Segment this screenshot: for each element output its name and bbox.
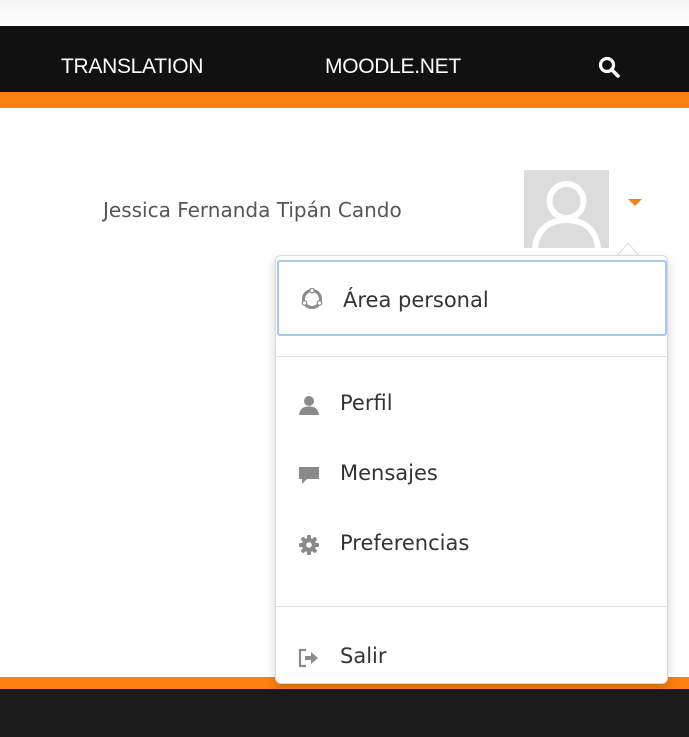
user-menu-toggle[interactable]: Jessica Fernanda Tipán Cando [0, 170, 689, 250]
menu-item-salir[interactable]: Salir [276, 644, 667, 709]
menu-item-mensajes[interactable]: Mensajes [276, 461, 667, 526]
menu-divider [276, 356, 667, 357]
default-avatar-icon[interactable] [524, 170, 609, 248]
page-top-strip [0, 0, 689, 26]
menu-item-label: Mensajes [340, 461, 438, 485]
top-navbar: TRANSLATION MOODLE.NET [0, 26, 689, 108]
gear-icon [298, 534, 320, 556]
user-dropdown-menu: Área personal Perfil Mensajes Preferenci… [275, 255, 668, 684]
user-icon [298, 394, 320, 416]
menu-item-area-personal[interactable]: Área personal [277, 260, 667, 336]
top-shadow [0, 0, 689, 26]
user-name[interactable]: Jessica Fernanda Tipán Cando [103, 198, 402, 222]
nav-item-translation[interactable]: TRANSLATION [61, 26, 203, 108]
caret-down-icon[interactable] [628, 199, 642, 206]
menu-item-label: Preferencias [340, 531, 470, 555]
menu-item-label: Perfil [340, 391, 393, 415]
dashboard-icon [301, 287, 323, 310]
menu-item-perfil[interactable]: Perfil [276, 391, 667, 456]
nav-item-moodlenet[interactable]: MOODLE.NET [325, 26, 461, 108]
search-icon[interactable] [597, 55, 621, 79]
menu-divider [276, 606, 667, 607]
sign-out-icon [298, 647, 320, 669]
dropdown-pointer [617, 242, 639, 256]
menu-item-label: Área personal [343, 288, 489, 312]
menu-item-label: Salir [340, 644, 387, 668]
menu-item-preferencias[interactable]: Preferencias [276, 531, 667, 596]
comment-icon [298, 464, 320, 486]
